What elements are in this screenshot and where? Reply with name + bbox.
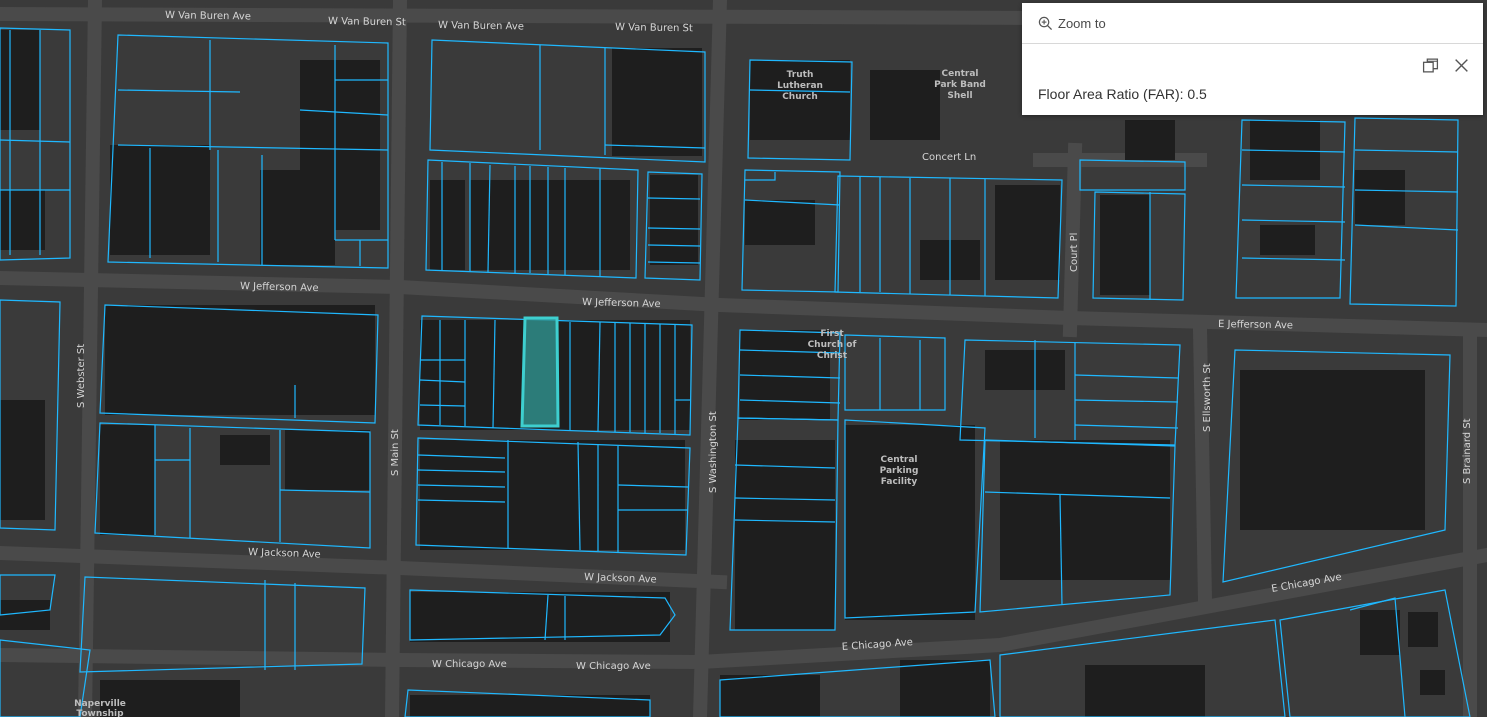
popup-content: Floor Area Ratio (FAR): 0.5 xyxy=(1038,86,1207,102)
street-label: W Jefferson Ave xyxy=(240,281,319,294)
poi-label: Central Parking Facility xyxy=(880,455,919,487)
dock-icon xyxy=(1422,58,1439,73)
street-label: S Washington St xyxy=(708,411,719,493)
street-label: W Jefferson Ave xyxy=(582,297,661,310)
street-label: S Main St xyxy=(390,429,401,476)
feature-popup: Zoom to Floor Area Ratio (FAR): 0.5 xyxy=(1022,3,1483,115)
street-label: W Chicago Ave xyxy=(432,659,507,670)
poi-label: Naperville Township xyxy=(74,699,126,717)
street-label: W Van Buren Ave xyxy=(165,10,251,22)
street-label: E Jefferson Ave xyxy=(1218,319,1293,331)
street-label: S Brainard St xyxy=(1462,418,1473,484)
zoom-to-button[interactable]: Zoom to xyxy=(1038,16,1106,31)
street-label: W Chicago Ave xyxy=(576,661,651,672)
zoom-in-icon xyxy=(1038,16,1053,30)
street-label: W Van Buren St xyxy=(328,16,406,28)
close-button[interactable] xyxy=(1453,57,1471,75)
close-icon xyxy=(1455,59,1468,72)
selected-parcel[interactable] xyxy=(520,316,560,428)
popup-action-bar: Zoom to xyxy=(1022,3,1483,44)
street-label: Concert Ln xyxy=(922,152,976,163)
street-label: W Van Buren Ave xyxy=(438,20,524,32)
dock-button[interactable] xyxy=(1422,57,1440,75)
street-label: Court Pl xyxy=(1069,233,1080,272)
street-label: S Webster St xyxy=(76,344,87,408)
street-label: W Van Buren St xyxy=(615,22,693,34)
street-label: S Ellsworth St xyxy=(1202,363,1213,432)
zoom-to-label: Zoom to xyxy=(1058,15,1106,31)
